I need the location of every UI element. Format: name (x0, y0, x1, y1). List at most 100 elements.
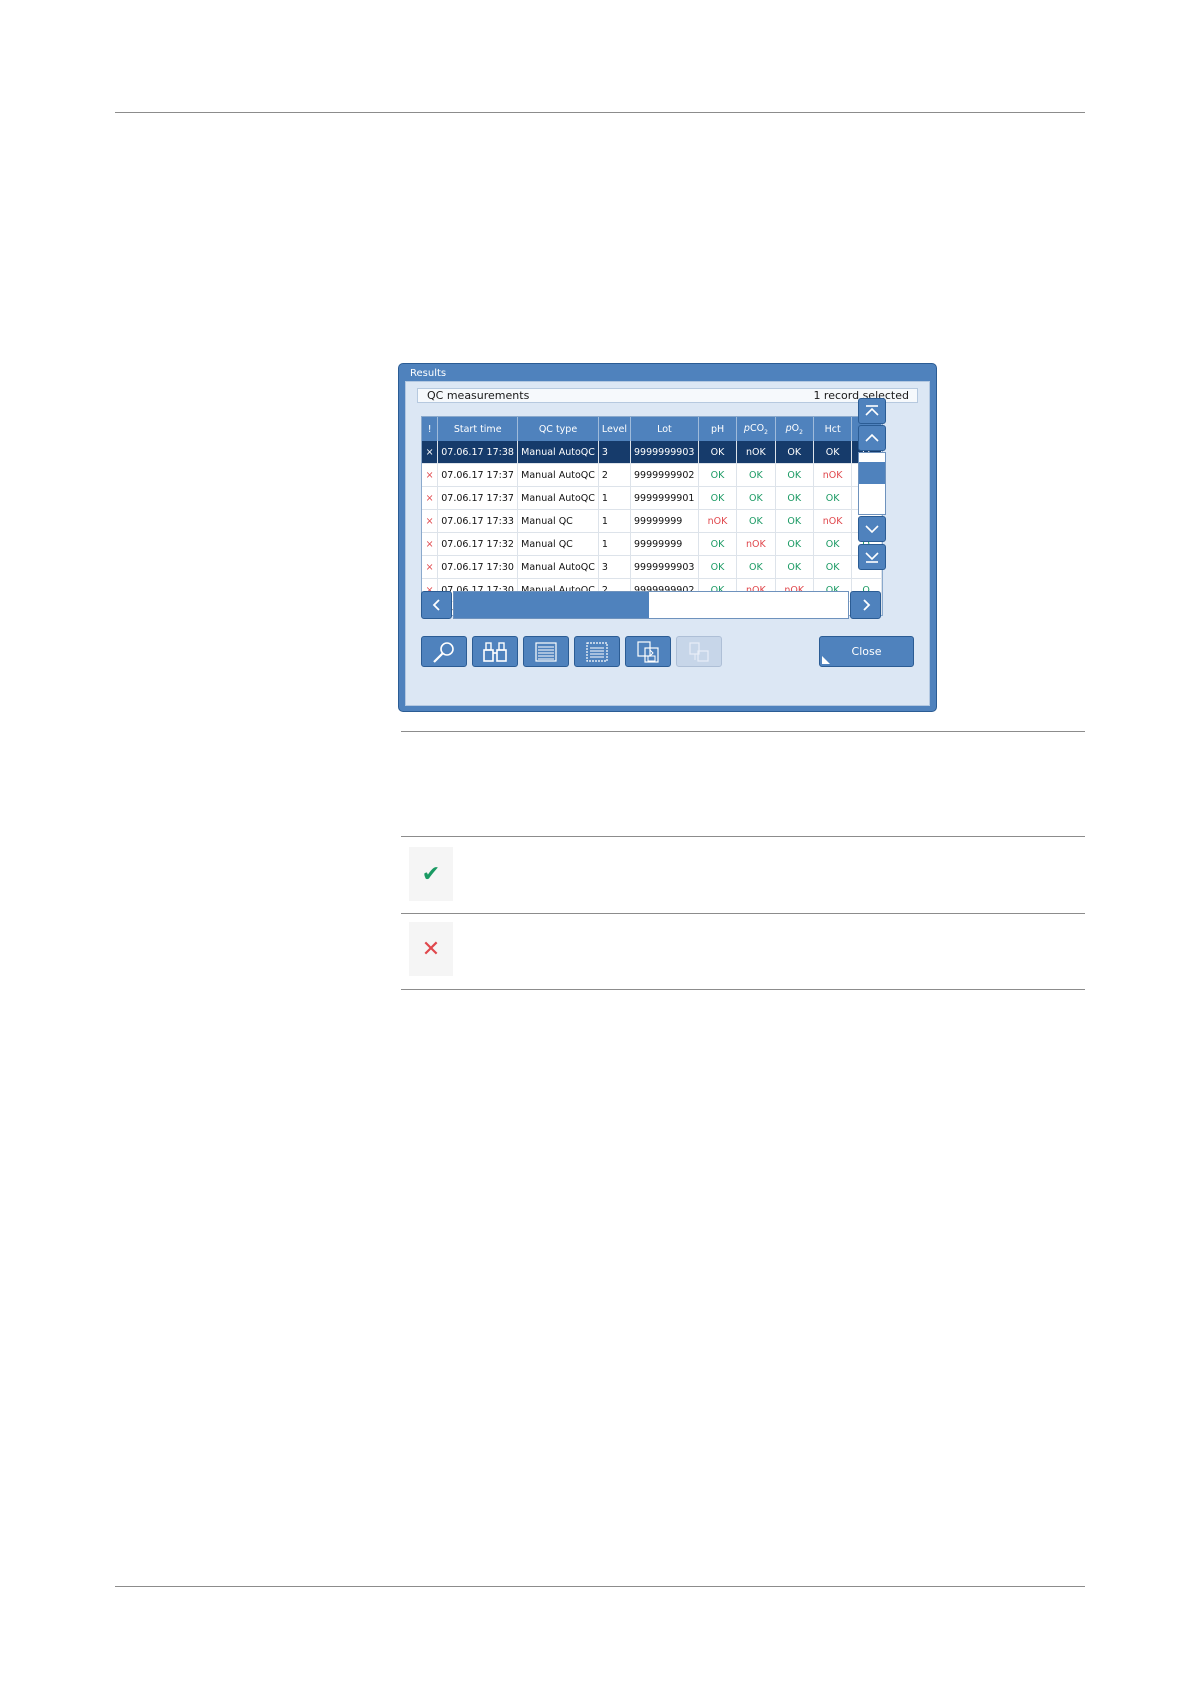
cell-lot: 9999999903 (630, 441, 699, 464)
list-select-icon (586, 641, 608, 662)
magnifier-icon (433, 641, 454, 663)
cell-start-time: 07.06.17 17:37 (437, 486, 519, 510)
cell-hct: nOK (813, 463, 853, 487)
table-row[interactable]: × 07.06.17 17:33 Manual QC 1 99999999 nOK OK OK… (422, 509, 882, 533)
table-row[interactable]: × 07.06.17 17:32 Manual QC 1 99999999 OK nOK OK… (422, 532, 882, 556)
figure-bottom-rule (401, 731, 1085, 732)
cell-po2: OK (775, 555, 814, 579)
transfer-icon (689, 641, 709, 662)
corner-mark-icon (822, 656, 830, 664)
legend-nok-icon: ✕ (409, 922, 453, 976)
col-header-po2-label: O (791, 422, 800, 434)
vertical-scroll-thumb[interactable] (859, 462, 885, 484)
table-row[interactable]: × 07.06.17 17:38 Manual AutoQC 3 9999999903 O… (422, 441, 882, 464)
col-header-lot[interactable]: Lot (630, 417, 699, 441)
cell-pco2: OK (736, 463, 776, 487)
qc-results-table: ! Start time QC type Level Lot pH pCO2 p… (422, 417, 882, 615)
checkmark-icon: ✔ (421, 861, 441, 887)
col-header-qc-type[interactable]: QC type (517, 417, 599, 441)
transfer-button (676, 636, 722, 667)
cell-hct: OK (813, 555, 853, 579)
col-header-po2[interactable]: pO2 (775, 417, 814, 441)
header-bar: QC measurements 1 record selected (417, 388, 918, 403)
cell-start-time: 07.06.17 17:38 (437, 441, 519, 464)
save-export-icon (637, 640, 659, 663)
cell-ph: nOK (698, 509, 738, 533)
view-details-button[interactable] (421, 636, 467, 667)
chevron-right-icon (862, 599, 870, 611)
legend-bottom-rule (401, 989, 1085, 990)
horizontal-scroll-thumb[interactable] (454, 592, 650, 618)
list-view-icon (535, 641, 557, 662)
scroll-right-button[interactable] (850, 591, 881, 619)
table-row[interactable]: × 07.06.17 17:30 Manual AutoQC 3 9999999903 O… (422, 555, 882, 579)
scroll-top-button[interactable] (858, 398, 886, 424)
cell-ph: OK (698, 555, 738, 579)
col-header-flag[interactable]: ! (422, 417, 439, 441)
cell-pco2: nOK (736, 441, 776, 464)
cell-ph: OK (698, 441, 738, 464)
dialog-title: Results (410, 368, 447, 379)
cell-lot: 99999999 (630, 532, 699, 556)
col-header-level[interactable]: Level (598, 417, 631, 441)
cell-lot: 9999999901 (630, 486, 699, 510)
top-rule (115, 112, 1085, 113)
table-row[interactable]: × 07.06.17 17:37 Manual AutoQC 1 9999999901 O… (422, 486, 882, 510)
scroll-bottom-icon (865, 552, 879, 563)
cell-flag: × (422, 441, 439, 464)
scroll-left-button[interactable] (421, 591, 452, 619)
cell-ph: OK (698, 532, 738, 556)
cell-level: 3 (598, 555, 631, 579)
scroll-top-icon (865, 405, 879, 416)
chevron-up-icon (865, 433, 879, 442)
horizontal-scrollbar[interactable] (453, 591, 849, 619)
cell-lot: 9999999902 (630, 463, 699, 487)
col-header-pco2[interactable]: pCO2 (736, 417, 776, 441)
export-button[interactable] (625, 636, 671, 667)
table-body: × 07.06.17 17:38 Manual AutoQC 3 9999999903 O… (422, 441, 882, 615)
cell-hct: OK (813, 532, 853, 556)
cell-qc-type: Manual AutoQC (517, 441, 599, 464)
cell-flag: × (422, 463, 439, 487)
results-dialog: Results QC measurements 1 record selecte… (398, 363, 937, 712)
cell-po2: OK (775, 532, 814, 556)
search-button[interactable] (472, 636, 518, 667)
cell-qc-type: Manual QC (517, 509, 599, 533)
cell-qc-type: Manual AutoQC (517, 463, 599, 487)
cell-hct: nOK (813, 509, 853, 533)
cell-ph: OK (698, 486, 738, 510)
cell-level: 1 (598, 532, 631, 556)
cross-icon: ✕ (421, 936, 441, 962)
legend-ok-icon: ✔ (409, 847, 453, 901)
cell-hct: OK (813, 486, 853, 510)
cell-start-time: 07.06.17 17:30 (437, 555, 519, 579)
col-header-ph[interactable]: pH (698, 417, 738, 441)
table-header-row: ! Start time QC type Level Lot pH pCO2 p… (422, 417, 882, 441)
dialog-body: QC measurements 1 record selected ! Star… (405, 381, 930, 706)
table-row[interactable]: × 07.06.17 17:37 Manual AutoQC 2 9999999902 O… (422, 463, 882, 487)
cell-ph: OK (698, 463, 738, 487)
cell-flag: × (422, 509, 439, 533)
col-header-start-time[interactable]: Start time (437, 417, 519, 441)
cell-lot: 9999999903 (630, 555, 699, 579)
legend-top-rule (401, 836, 1085, 837)
scroll-up-button[interactable] (858, 425, 886, 451)
col-header-hct[interactable]: Hct (813, 417, 853, 441)
vertical-scrollbar[interactable] (858, 452, 886, 515)
list-view-button[interactable] (523, 636, 569, 667)
cell-pco2: OK (736, 509, 776, 533)
chevron-left-icon (432, 599, 440, 611)
header-title: QC measurements (427, 389, 530, 402)
qc-results-table-area: ! Start time QC type Level Lot pH pCO2 p… (421, 416, 883, 616)
binoculars-icon (483, 641, 507, 662)
cell-pco2: OK (736, 555, 776, 579)
scroll-down-button[interactable] (858, 516, 886, 542)
col-header-pco2-label: CO (749, 422, 765, 434)
scroll-bottom-button[interactable] (858, 544, 886, 570)
select-records-button[interactable] (574, 636, 620, 667)
cell-qc-type: Manual AutoQC (517, 555, 599, 579)
close-button[interactable]: Close (819, 636, 914, 667)
cell-flag: × (422, 555, 439, 579)
cell-flag: × (422, 532, 439, 556)
cell-po2: OK (775, 441, 814, 464)
